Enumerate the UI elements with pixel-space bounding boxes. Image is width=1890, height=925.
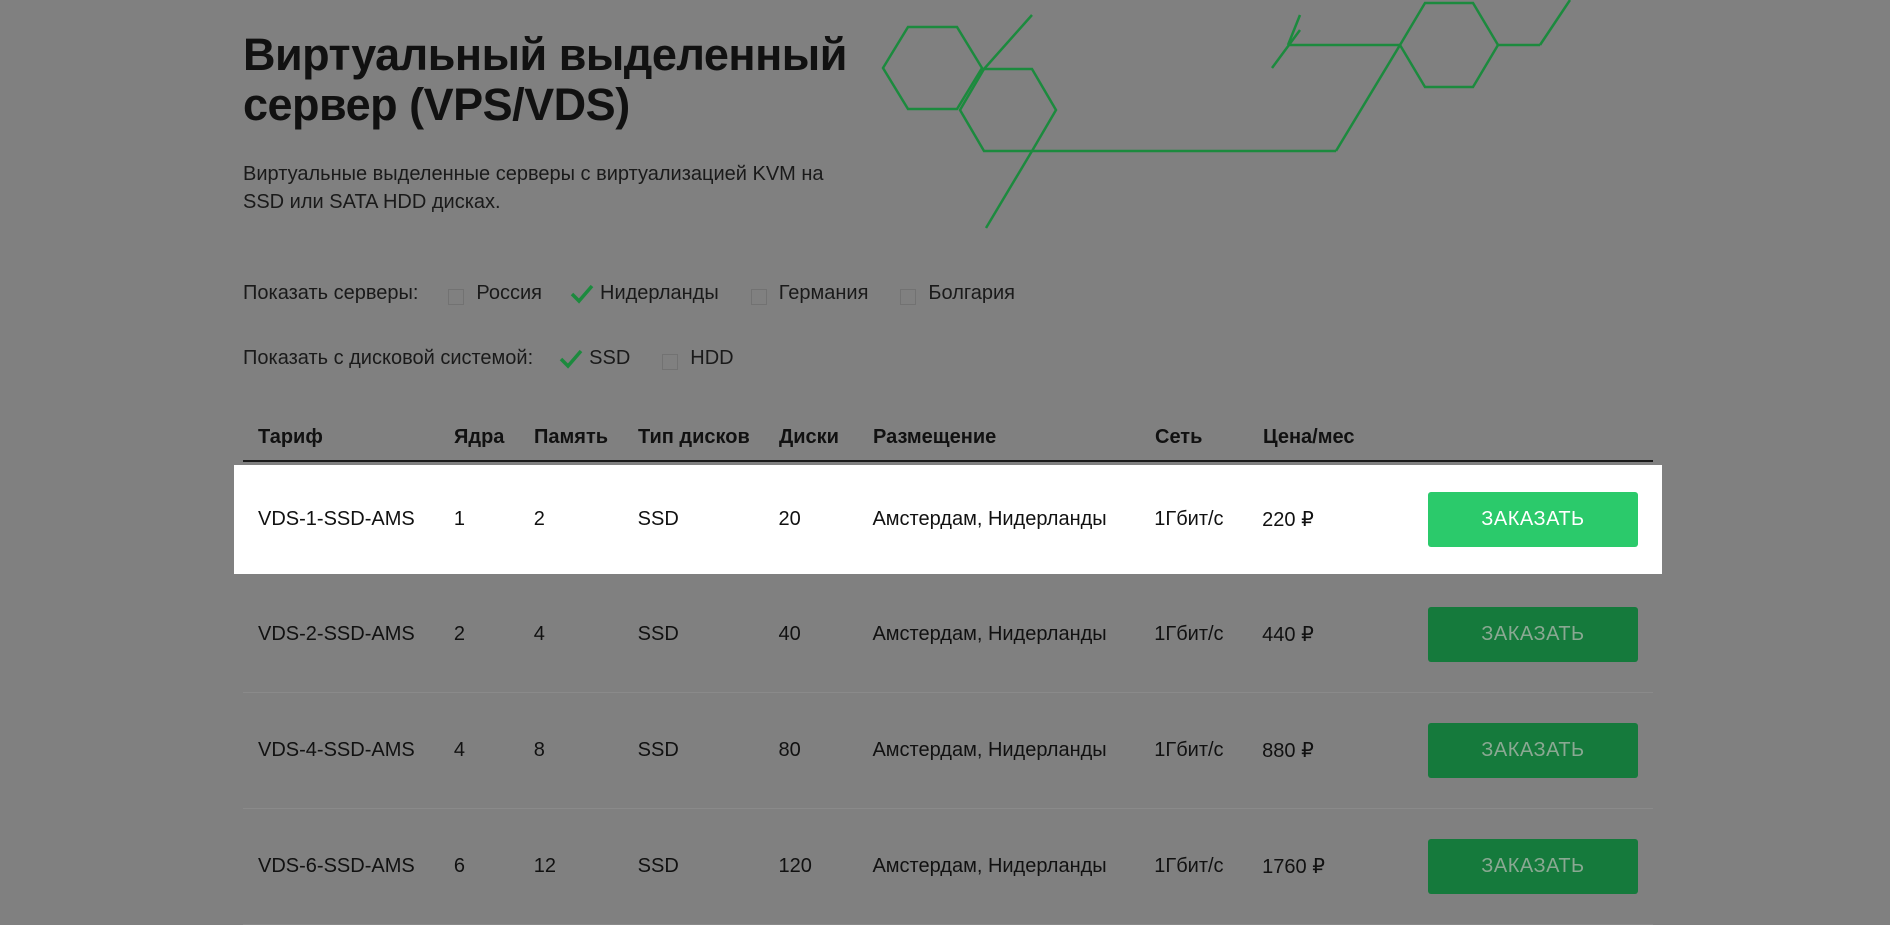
cell-disks: 40 (778, 623, 801, 645)
filter-option-label: Германия (778, 282, 869, 304)
filter-option-label: HDD (690, 347, 734, 369)
header-disks: Диски (779, 425, 839, 448)
check-icon[interactable] (570, 284, 594, 304)
filter-option-label: Россия (476, 282, 542, 304)
filter-option-label: Болгария (928, 282, 1015, 304)
disk-filter: Показать с дисковой системой: SSD HDD (243, 347, 764, 370)
header-cores: Ядра (454, 425, 505, 448)
cell-disk-type: SSD (637, 623, 679, 645)
cell-memory: 2 (533, 508, 545, 530)
filter-option-label: SSD (589, 347, 631, 369)
checkbox-hdd[interactable] (662, 353, 679, 370)
cell-memory: 4 (533, 623, 545, 645)
filter-option-germany[interactable]: Германия (749, 282, 869, 305)
cell-disks: 20 (778, 508, 801, 530)
cell-price: 440 ₽ (1262, 624, 1314, 646)
table-row: VDS-2-SSD-AMS 2 4 SSD 40 Амстердам, Ниде… (243, 577, 1653, 693)
order-button[interactable]: ЗАКАЗАТЬ (1428, 492, 1638, 547)
filter-option-netherlands[interactable]: Нидерланды (570, 282, 719, 305)
filter-option-label: Нидерланды (600, 282, 719, 304)
cell-disks: 120 (778, 855, 812, 877)
filter-option-russia[interactable]: Россия (446, 282, 542, 305)
check-icon[interactable] (559, 349, 583, 369)
header-network: Сеть (1155, 425, 1203, 448)
hexagon-decoration (881, 0, 1572, 229)
cell-disks: 80 (778, 739, 801, 761)
order-button[interactable]: ЗАКАЗАТЬ (1428, 839, 1638, 894)
cell-plan: VDS-1-SSD-AMS (258, 508, 415, 530)
checkbox-germany[interactable] (750, 288, 767, 305)
header-plan: Тариф (258, 425, 323, 448)
cell-location: Амстердам, Нидерланды (872, 508, 1107, 530)
cell-memory: 12 (533, 855, 557, 877)
header-memory: Память (534, 425, 609, 448)
table-header: Тариф Ядра Память Тип дисков Диски Разме… (243, 414, 1653, 462)
cell-price: 880 ₽ (1262, 740, 1314, 762)
header-location: Размещение (873, 425, 997, 448)
cell-network: 1Гбит/с (1154, 508, 1224, 530)
cell-cores: 2 (453, 623, 465, 645)
disk-filter-label: Показать с дисковой системой: (243, 347, 534, 369)
cell-price: 220 ₽ (1262, 509, 1314, 531)
table-row: VDS-6-SSD-AMS 6 12 SSD 120 Амстердам, Ни… (243, 809, 1653, 925)
filter-option-ssd[interactable]: SSD (559, 347, 631, 370)
cell-network: 1Гбит/с (1154, 623, 1224, 645)
checkbox-russia[interactable] (448, 288, 465, 305)
cell-location: Амстердам, Нидерланды (872, 739, 1107, 761)
cell-plan: VDS-4-SSD-AMS (258, 739, 415, 761)
cell-price: 1760 ₽ (1262, 856, 1325, 878)
cell-cores: 4 (453, 739, 465, 761)
table-row: VDS-4-SSD-AMS 4 8 SSD 80 Амстердам, Ниде… (243, 693, 1653, 809)
cell-cores: 1 (453, 508, 465, 530)
cell-cores: 6 (453, 855, 465, 877)
cell-disk-type: SSD (637, 855, 679, 877)
page-subtitle: Виртуальные выделенные серверы с виртуал… (243, 163, 824, 213)
checkbox-bulgaria[interactable] (900, 288, 917, 305)
header-price: Цена/мес (1263, 425, 1355, 448)
filter-option-hdd[interactable]: HDD (660, 347, 734, 370)
filter-option-bulgaria[interactable]: Болгария (898, 282, 1015, 305)
server-filter: Показать серверы: Россия Нидерланды Герм… (243, 282, 1045, 305)
order-button[interactable]: ЗАКАЗАТЬ (1428, 723, 1638, 778)
cell-plan: VDS-6-SSD-AMS (258, 855, 415, 877)
cell-location: Амстердам, Нидерланды (872, 623, 1107, 645)
table-row: VDS-1-SSD-AMS 1 2 SSD 20 Амстердам, Ниде… (234, 465, 1662, 574)
cell-memory: 8 (533, 739, 545, 761)
cell-network: 1Гбит/с (1154, 739, 1224, 761)
cell-plan: VDS-2-SSD-AMS (258, 623, 415, 645)
pricing-table: Тариф Ядра Память Тип дисков Диски Разме… (234, 414, 1662, 925)
cell-location: Амстердам, Нидерланды (872, 855, 1107, 877)
order-button[interactable]: ЗАКАЗАТЬ (1428, 607, 1638, 662)
server-filter-label: Показать серверы: (243, 282, 419, 304)
cell-disk-type: SSD (637, 739, 679, 761)
cell-disk-type: SSD (637, 508, 679, 530)
page-title: Виртуальный выделенный сервер (VPS/VDS) (243, 29, 847, 130)
cell-network: 1Гбит/с (1154, 855, 1224, 877)
header-disk-type: Тип дисков (638, 425, 750, 448)
